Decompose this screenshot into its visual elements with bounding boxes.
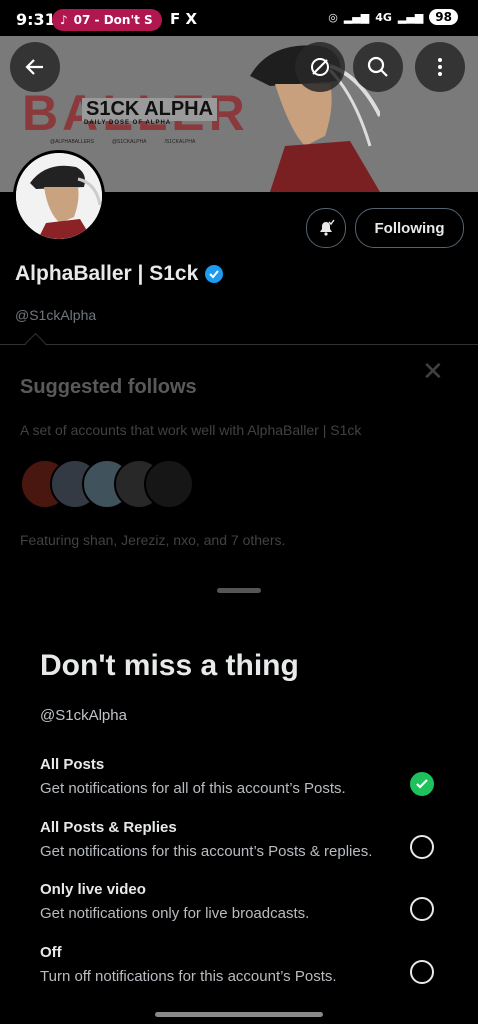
following-button[interactable]: Following [355, 208, 464, 248]
banner-handle: @ALPHABALLERS [50, 139, 94, 145]
banner-tagline: DAILY DOSE OF ALPHA [84, 120, 172, 126]
home-indicator[interactable] [155, 1012, 323, 1017]
banner-brand: S1CK ALPHA [82, 98, 218, 121]
option-description: Get notifications for all of this accoun… [40, 780, 346, 797]
radio-selected[interactable] [410, 772, 434, 796]
grok-icon [311, 58, 329, 76]
media-title: 07 - Don't S [73, 13, 153, 27]
option-title: All Posts [40, 756, 105, 773]
checkmark-icon [416, 779, 428, 789]
option-description: Turn off notifications for this account’… [40, 968, 337, 985]
option-description: Get notifications only for live broadcas… [40, 905, 310, 922]
option-all-posts-replies[interactable]: All Posts & Replies Get notifications fo… [40, 819, 460, 875]
verified-badge-icon [205, 265, 224, 283]
suggested-avatar [144, 459, 194, 509]
suggested-avatars[interactable] [20, 459, 200, 511]
sheet-handle-text: @S1ckAlpha [40, 707, 127, 724]
suggested-follows-description: A set of accounts that work well with Al… [20, 422, 362, 438]
option-off[interactable]: Off Turn off notifications for this acco… [40, 944, 460, 1000]
profile-name-row: AlphaBaller | S1ck [15, 262, 224, 286]
battery-indicator: 98 [429, 9, 458, 25]
profile-name: AlphaBaller | S1ck [15, 262, 199, 285]
sheet-title: Don't miss a thing [40, 649, 299, 682]
notifications-bell-button[interactable] [306, 208, 346, 248]
banner-handle: @S1CKALPHA [111, 139, 147, 145]
option-all-posts[interactable]: All Posts Get notifications for all of t… [40, 756, 460, 812]
signal-icon-2: ▂▄▆ [397, 10, 424, 24]
status-bar: 9:31 ♪ 07 - Don't S F X ◎ ▂▄▆ 4G ▂▄▆ 98 [0, 0, 478, 36]
suggestions-caret [24, 332, 47, 355]
close-icon[interactable]: ✕ [422, 356, 444, 387]
arrow-left-icon [25, 59, 43, 75]
profile-handle: @S1ckAlpha [15, 307, 97, 323]
option-title: Only live video [40, 881, 146, 898]
sheet-drag-handle[interactable] [217, 588, 261, 593]
radio-unselected[interactable] [410, 835, 434, 859]
grok-button[interactable] [295, 42, 345, 92]
search-button[interactable] [353, 42, 403, 92]
suggested-follows-featuring: Featuring shan, Jereziz, nxo, and 7 othe… [20, 532, 286, 548]
profile-avatar[interactable] [13, 150, 105, 242]
hotspot-icon: ◎ [328, 10, 338, 24]
suggested-follows-title: Suggested follows [20, 376, 197, 398]
network-type: 4G [375, 10, 392, 24]
search-icon [367, 56, 388, 77]
banner-handle: /S1CKALPHA [164, 139, 196, 145]
music-note-icon: ♪ [60, 13, 68, 27]
divider [0, 344, 478, 345]
bell-icon [320, 219, 335, 236]
status-time: 9:31 [16, 10, 56, 29]
signal-icon: ▂▄▆ [343, 10, 370, 24]
avatar-illustration [16, 153, 102, 239]
more-button[interactable] [415, 42, 465, 92]
radio-unselected[interactable] [410, 897, 434, 921]
option-title: Off [40, 944, 62, 961]
more-vertical-icon [438, 58, 442, 76]
status-indicators: ◎ ▂▄▆ 4G ▂▄▆ 98 [328, 9, 458, 25]
banner-handles: @ALPHABALLERS @S1CKALPHA /S1CKALPHA [50, 139, 195, 145]
option-title: All Posts & Replies [40, 819, 177, 836]
media-playing-chip[interactable]: ♪ 07 - Don't S [52, 9, 162, 31]
back-button[interactable] [10, 42, 60, 92]
option-description: Get notifications for this account’s Pos… [40, 843, 373, 860]
radio-unselected[interactable] [410, 960, 434, 984]
notification-app-icons: F X [170, 10, 198, 28]
option-only-live-video[interactable]: Only live video Get notifications only f… [40, 881, 460, 937]
